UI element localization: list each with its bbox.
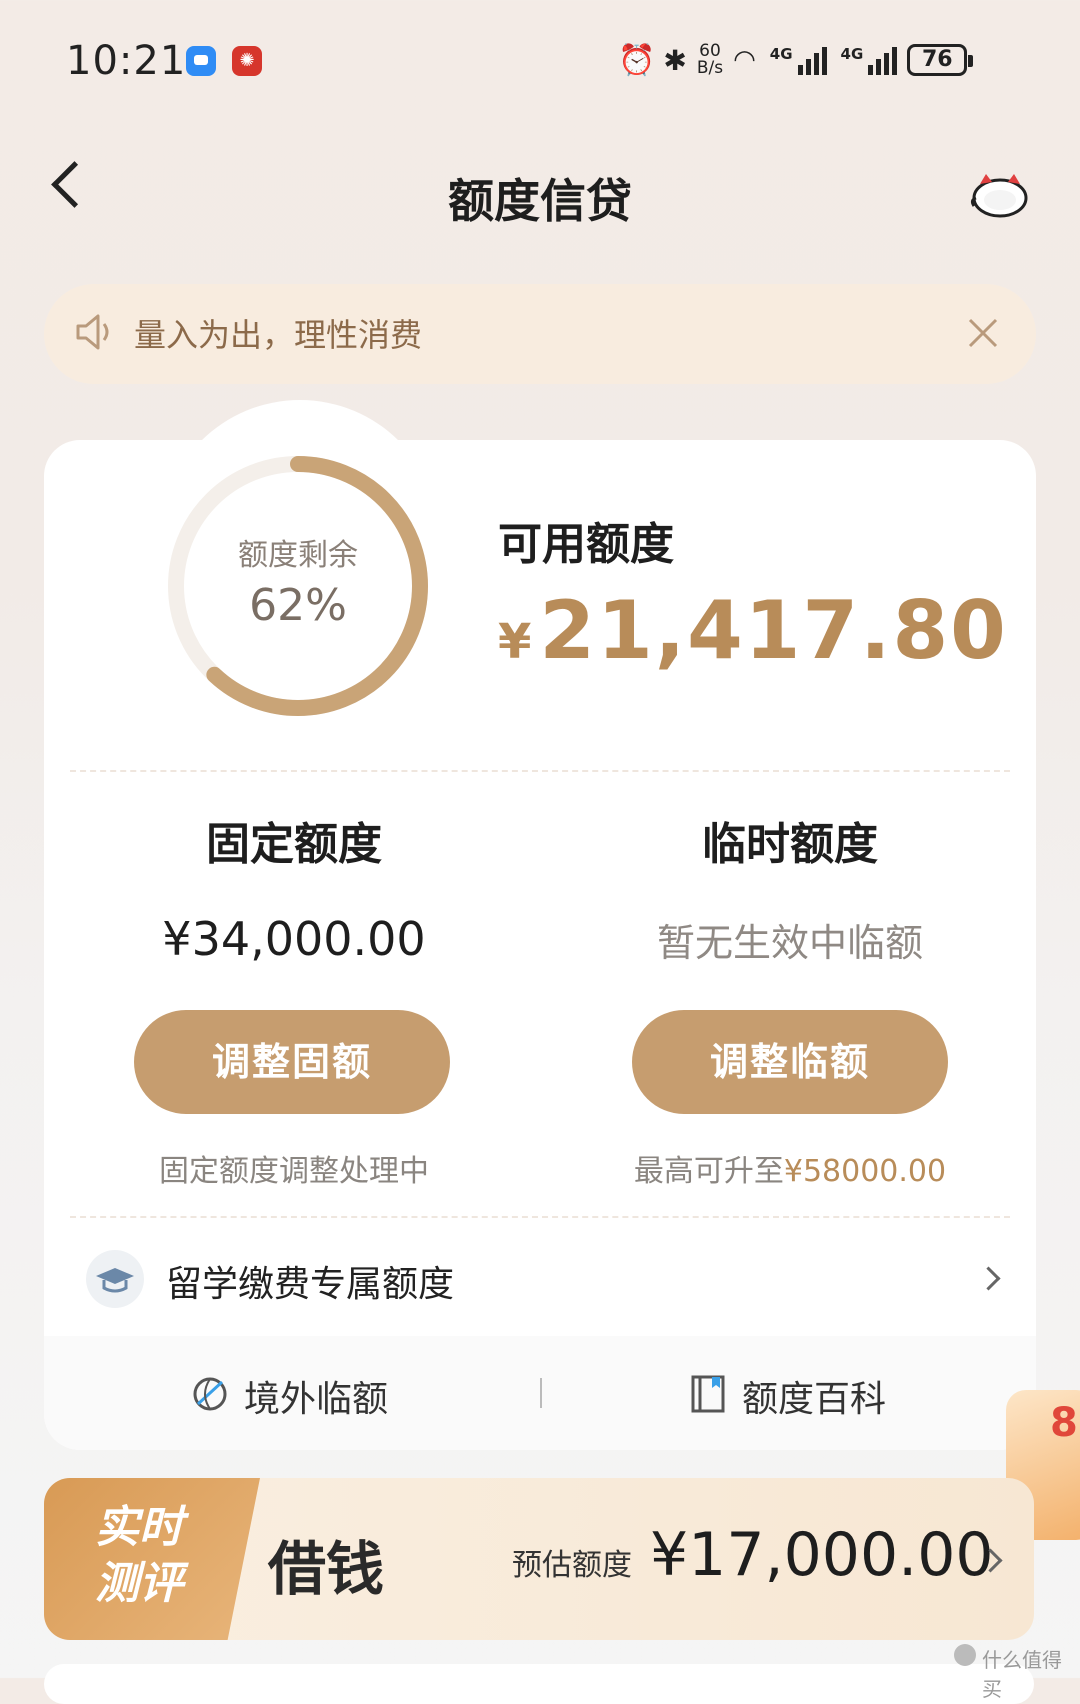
temporary-note: 最高可升至¥58000.00 <box>540 1146 1040 1190</box>
network-1-label: 4G <box>769 45 793 63</box>
overseas-icon <box>193 1377 227 1411</box>
available-currency: ¥ <box>498 614 534 670</box>
loan-tag-line1: 实时 <box>95 1502 183 1553</box>
estimate-amount: ¥17,000.00 <box>650 1520 994 1590</box>
network-2-label: 4G <box>840 45 864 63</box>
divider <box>70 1216 1010 1218</box>
ring-percent: 62% <box>249 580 347 631</box>
deco-text: 8 <box>1050 1400 1078 1446</box>
loan-tag-text: 实时 测评 <box>74 1500 204 1612</box>
speaker-icon <box>76 314 109 350</box>
page-title: 额度信贷 <box>448 174 632 228</box>
fixed-title: 固定额度 <box>206 819 382 870</box>
adjust-temporary-button[interactable]: 调整临额 <box>632 1010 948 1114</box>
alarm-icon: ⏰ <box>618 42 656 78</box>
study-label: 留学缴费专属额度 <box>166 1264 455 1305</box>
fixed-note: 固定额度调整处理中 <box>159 1154 429 1189</box>
overseas-link[interactable]: 境外临额 <box>244 1370 388 1422</box>
estimate-label: 预估额度 <box>512 1548 632 1583</box>
status-icons: ⏰ ✱ 60 B/s ◠ 4G 4G 76 <box>618 40 974 80</box>
graduation-cap-icon <box>86 1250 144 1308</box>
battery-icon: 76 <box>907 44 974 76</box>
available-value: 21,417.80 <box>539 584 1008 677</box>
notice-text: 量入为出，理性消费 <box>134 316 423 354</box>
close-icon[interactable] <box>966 316 1000 350</box>
adjust-fixed-button[interactable]: 调整固额 <box>134 1010 450 1114</box>
book-icon <box>691 1375 725 1413</box>
loan-title: 借钱 <box>268 1535 385 1603</box>
available-label: 可用额度 <box>498 519 674 570</box>
bluetooth-icon: ✱ <box>663 43 687 77</box>
status-time: 10:21 <box>66 38 187 84</box>
net-speed-unit: B/s <box>696 58 724 78</box>
temporary-note-amount: ¥58000.00 <box>783 1154 947 1189</box>
temporary-note-prefix: 最高可升至 <box>633 1154 784 1189</box>
ring-label: 额度剩余 <box>238 538 358 573</box>
net-speed: 60 B/s <box>697 43 723 77</box>
message-app-icon <box>186 46 216 76</box>
watermark-logo <box>954 1644 976 1666</box>
watermark: 什么值得买 <box>982 1648 1062 1701</box>
divider <box>70 770 1010 772</box>
loan-tag-line2: 测评 <box>95 1558 183 1609</box>
wiki-link[interactable]: 额度百科 <box>742 1370 886 1422</box>
next-card <box>44 1664 1034 1704</box>
flower-app-icon: ✺ <box>232 46 262 76</box>
signal-2-icon: 4G <box>841 45 898 75</box>
fixed-amount: ¥34,000.00 <box>162 912 426 966</box>
divider <box>540 1378 542 1408</box>
wifi-icon: ◠ <box>733 45 756 75</box>
available-amount: ¥21,417.80 <box>498 584 1008 677</box>
signal-1-icon: 4G <box>770 45 827 75</box>
mascot-icon[interactable] <box>968 170 1032 220</box>
temporary-status: 暂无生效中临额 <box>656 921 923 965</box>
temporary-title: 临时额度 <box>702 819 878 870</box>
